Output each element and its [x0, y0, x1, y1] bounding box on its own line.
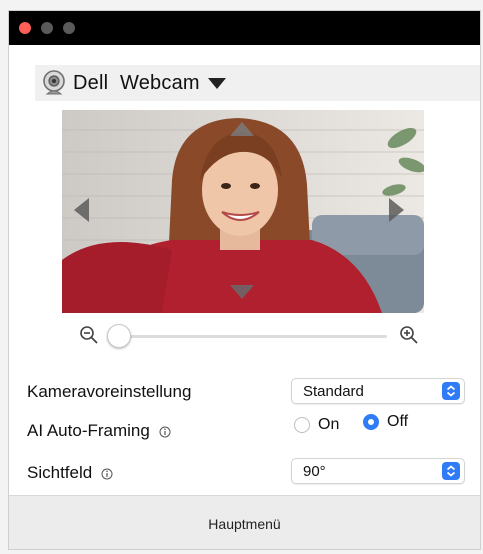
radio-selected[interactable]: [363, 414, 379, 430]
device-name: Dell Webcam: [73, 71, 200, 94]
pan-down-arrow-icon[interactable]: [230, 285, 254, 299]
webcam-icon: [43, 70, 65, 95]
fov-label: Sichtfeld: [27, 463, 113, 483]
autoframing-on-radio[interactable]: On: [294, 413, 339, 437]
footer: Hauptmenü: [9, 495, 480, 549]
radio-off-label: Off: [387, 413, 409, 430]
pan-left-arrow-icon[interactable]: [74, 198, 89, 222]
zoom-slider-track[interactable]: [115, 335, 387, 338]
info-icon[interactable]: [101, 468, 113, 480]
maximize-window-button[interactable]: [63, 22, 75, 34]
fov-label-text: Sichtfeld: [27, 463, 93, 482]
zoom-slider-knob[interactable]: [107, 324, 131, 348]
chevron-updown-icon: [442, 382, 460, 400]
close-window-button[interactable]: [19, 22, 31, 34]
title-bar: [9, 11, 480, 45]
radio-on-label: On: [318, 416, 340, 433]
camera-preview: [62, 110, 424, 313]
device-selector[interactable]: Dell Webcam: [35, 65, 480, 101]
minimize-window-button[interactable]: [41, 22, 53, 34]
radio-unselected[interactable]: [294, 417, 310, 433]
preset-label: Kameravoreinstellung: [27, 382, 192, 401]
autoframing-off-radio[interactable]: Off: [363, 410, 408, 434]
fov-select[interactable]: 90°: [291, 458, 465, 484]
zoom-in-icon[interactable]: [399, 325, 419, 345]
autoframing-label: AI Auto-Framing: [27, 421, 171, 441]
fov-value: 90°: [303, 463, 326, 480]
autoframing-label-text: AI Auto-Framing: [27, 421, 150, 440]
preset-value: Standard: [303, 383, 364, 400]
info-icon[interactable]: [159, 426, 171, 438]
caret-down-icon[interactable]: [207, 77, 226, 89]
pan-right-arrow-icon[interactable]: [389, 198, 404, 222]
pan-up-arrow-icon[interactable]: [230, 122, 254, 136]
zoom-out-icon[interactable]: [79, 325, 99, 345]
chevron-updown-icon: [442, 462, 460, 480]
camera-preview-image: [62, 110, 424, 313]
main-panel: Dell Webcam Kameravoreinstellung Standar…: [9, 45, 480, 495]
app-window: Dell Webcam Kameravoreinstellung Standar…: [8, 10, 481, 550]
zoom-control: [79, 323, 419, 349]
preset-select[interactable]: Standard: [291, 378, 465, 404]
main-menu-button[interactable]: Hauptmenü: [9, 496, 480, 549]
